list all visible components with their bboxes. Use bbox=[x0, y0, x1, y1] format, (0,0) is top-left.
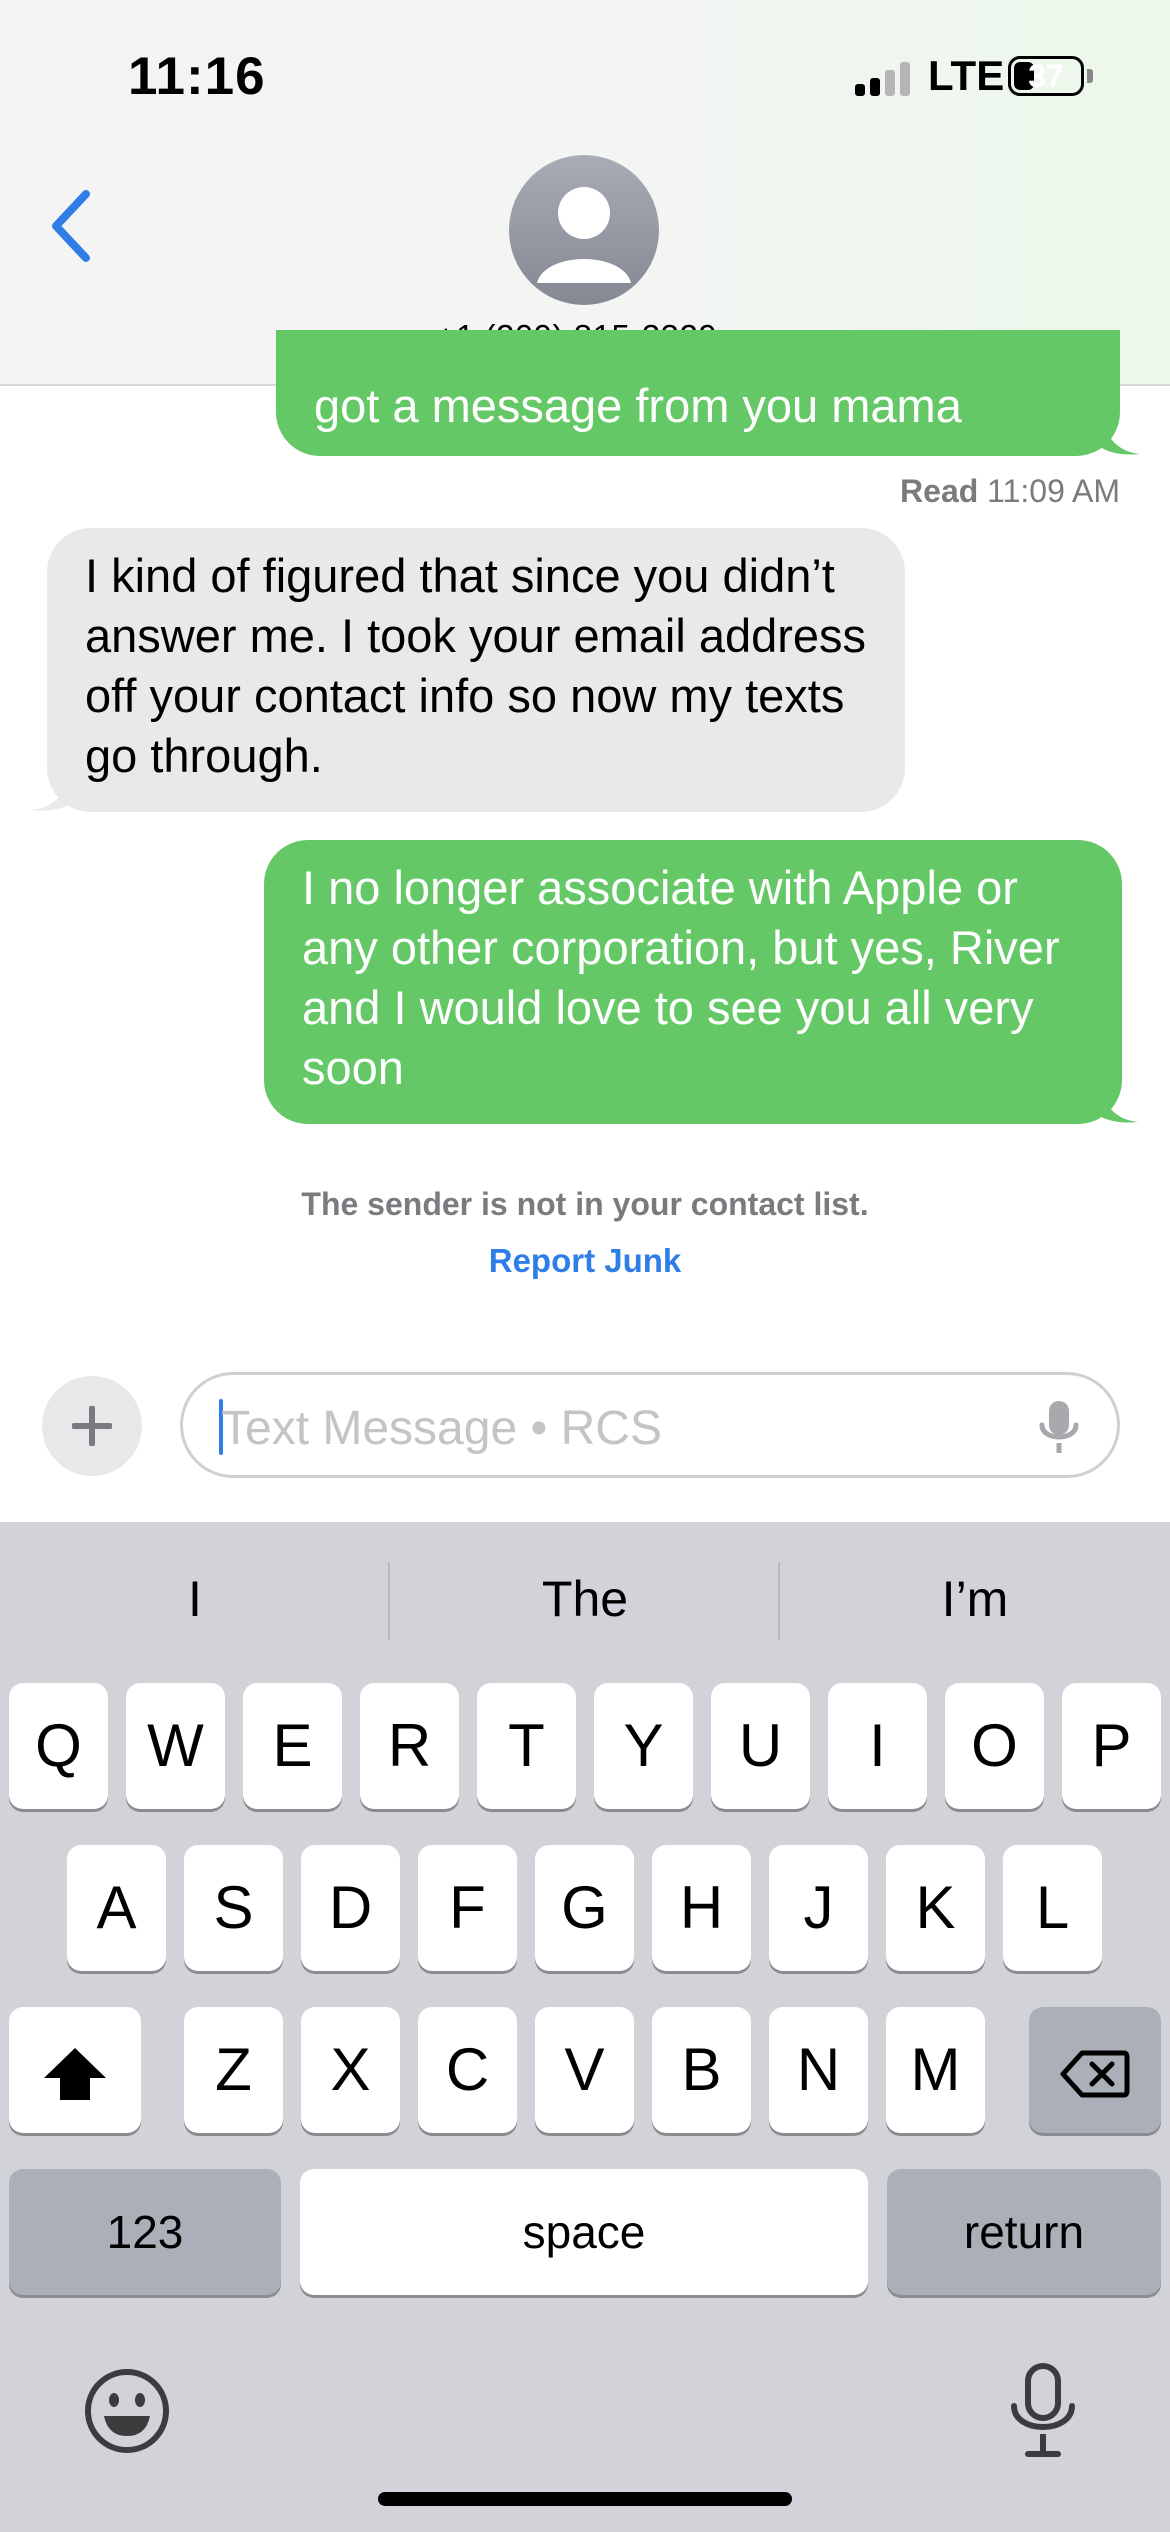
status-time: 11:16 bbox=[128, 47, 266, 106]
key-u[interactable]: U bbox=[711, 1683, 810, 1809]
key-f[interactable]: F bbox=[418, 1845, 517, 1971]
home-indicator[interactable] bbox=[378, 2492, 792, 2506]
dictation-mic-icon[interactable] bbox=[1008, 2362, 1078, 2462]
dictation-mic-icon[interactable] bbox=[1039, 1399, 1079, 1457]
bubble-tail bbox=[1100, 1084, 1138, 1123]
key-x[interactable]: X bbox=[301, 2007, 400, 2133]
read-time: 11:09 AM bbox=[987, 473, 1120, 509]
message-bubble-outgoing[interactable]: I no longer associate with Apple or any … bbox=[264, 840, 1122, 1124]
message-text: I no longer associate with Apple or any … bbox=[302, 861, 1060, 1094]
read-receipt: Read 11:09 AM bbox=[900, 473, 1120, 510]
suggestion-3[interactable]: I’m bbox=[780, 1570, 1170, 1628]
message-bubble-incoming[interactable]: I kind of figured that since you didn’t … bbox=[47, 528, 905, 812]
key-k[interactable]: K bbox=[886, 1845, 985, 1971]
key-n[interactable]: N bbox=[769, 2007, 868, 2133]
report-junk-link[interactable]: Report Junk bbox=[0, 1242, 1170, 1280]
message-bubble-outgoing[interactable]: got a message from you mama bbox=[276, 330, 1120, 456]
signal-strength-icon bbox=[855, 62, 915, 96]
key-b[interactable]: B bbox=[652, 2007, 751, 2133]
key-e[interactable]: E bbox=[243, 1683, 342, 1809]
message-text: I kind of figured that since you didn’t … bbox=[85, 549, 867, 782]
key-t[interactable]: T bbox=[477, 1683, 576, 1809]
key-y[interactable]: Y bbox=[594, 1683, 693, 1809]
key-c[interactable]: C bbox=[418, 2007, 517, 2133]
battery-icon: 37 bbox=[1008, 56, 1084, 96]
key-s[interactable]: S bbox=[184, 1845, 283, 1971]
battery-percent: 37 bbox=[1028, 58, 1064, 94]
backspace-icon bbox=[1060, 2050, 1130, 2098]
key-r[interactable]: R bbox=[360, 1683, 459, 1809]
add-attachment-button[interactable] bbox=[42, 1376, 142, 1476]
numbers-key[interactable]: 123 bbox=[9, 2169, 281, 2295]
person-icon bbox=[537, 187, 631, 283]
message-input[interactable]: Text Message • RCS bbox=[180, 1372, 1120, 1478]
unknown-sender-notice: The sender is not in your contact list. bbox=[301, 1186, 869, 1222]
key-a[interactable]: A bbox=[67, 1845, 166, 1971]
bubble-tail bbox=[32, 772, 70, 811]
key-h[interactable]: H bbox=[652, 1845, 751, 1971]
key-w[interactable]: W bbox=[126, 1683, 225, 1809]
key-i[interactable]: I bbox=[828, 1683, 927, 1809]
key-p[interactable]: P bbox=[1062, 1683, 1161, 1809]
shift-key[interactable] bbox=[9, 2007, 141, 2133]
key-m[interactable]: M bbox=[886, 2007, 985, 2133]
key-g[interactable]: G bbox=[535, 1845, 634, 1971]
bubble-tail bbox=[1102, 416, 1140, 455]
emoji-icon[interactable] bbox=[84, 2368, 170, 2454]
key-d[interactable]: D bbox=[301, 1845, 400, 1971]
space-key[interactable]: space bbox=[300, 2169, 868, 2295]
message-input-placeholder: Text Message • RCS bbox=[221, 1402, 662, 1455]
key-j[interactable]: J bbox=[769, 1845, 868, 1971]
network-type: LTE bbox=[928, 52, 1005, 99]
key-z[interactable]: Z bbox=[184, 2007, 283, 2133]
plus-icon bbox=[72, 1406, 112, 1446]
return-key[interactable]: return bbox=[887, 2169, 1161, 2295]
read-label: Read bbox=[900, 473, 979, 509]
keyboard: I The I’m Q W E R T Y U I O P A S D F G … bbox=[0, 1522, 1170, 2532]
message-text: got a message from you mama bbox=[314, 379, 962, 432]
back-button[interactable] bbox=[48, 186, 98, 266]
suggestion-2[interactable]: The bbox=[390, 1570, 780, 1628]
key-o[interactable]: O bbox=[945, 1683, 1044, 1809]
key-l[interactable]: L bbox=[1003, 1845, 1102, 1971]
suggestion-1[interactable]: I bbox=[0, 1570, 390, 1628]
key-q[interactable]: Q bbox=[9, 1683, 108, 1809]
shift-arrow-icon bbox=[44, 2048, 106, 2101]
contact-avatar[interactable] bbox=[509, 155, 659, 305]
key-v[interactable]: V bbox=[535, 2007, 634, 2133]
delete-key[interactable] bbox=[1029, 2007, 1161, 2133]
chevron-left-icon bbox=[52, 190, 90, 262]
battery-cap bbox=[1087, 69, 1093, 83]
